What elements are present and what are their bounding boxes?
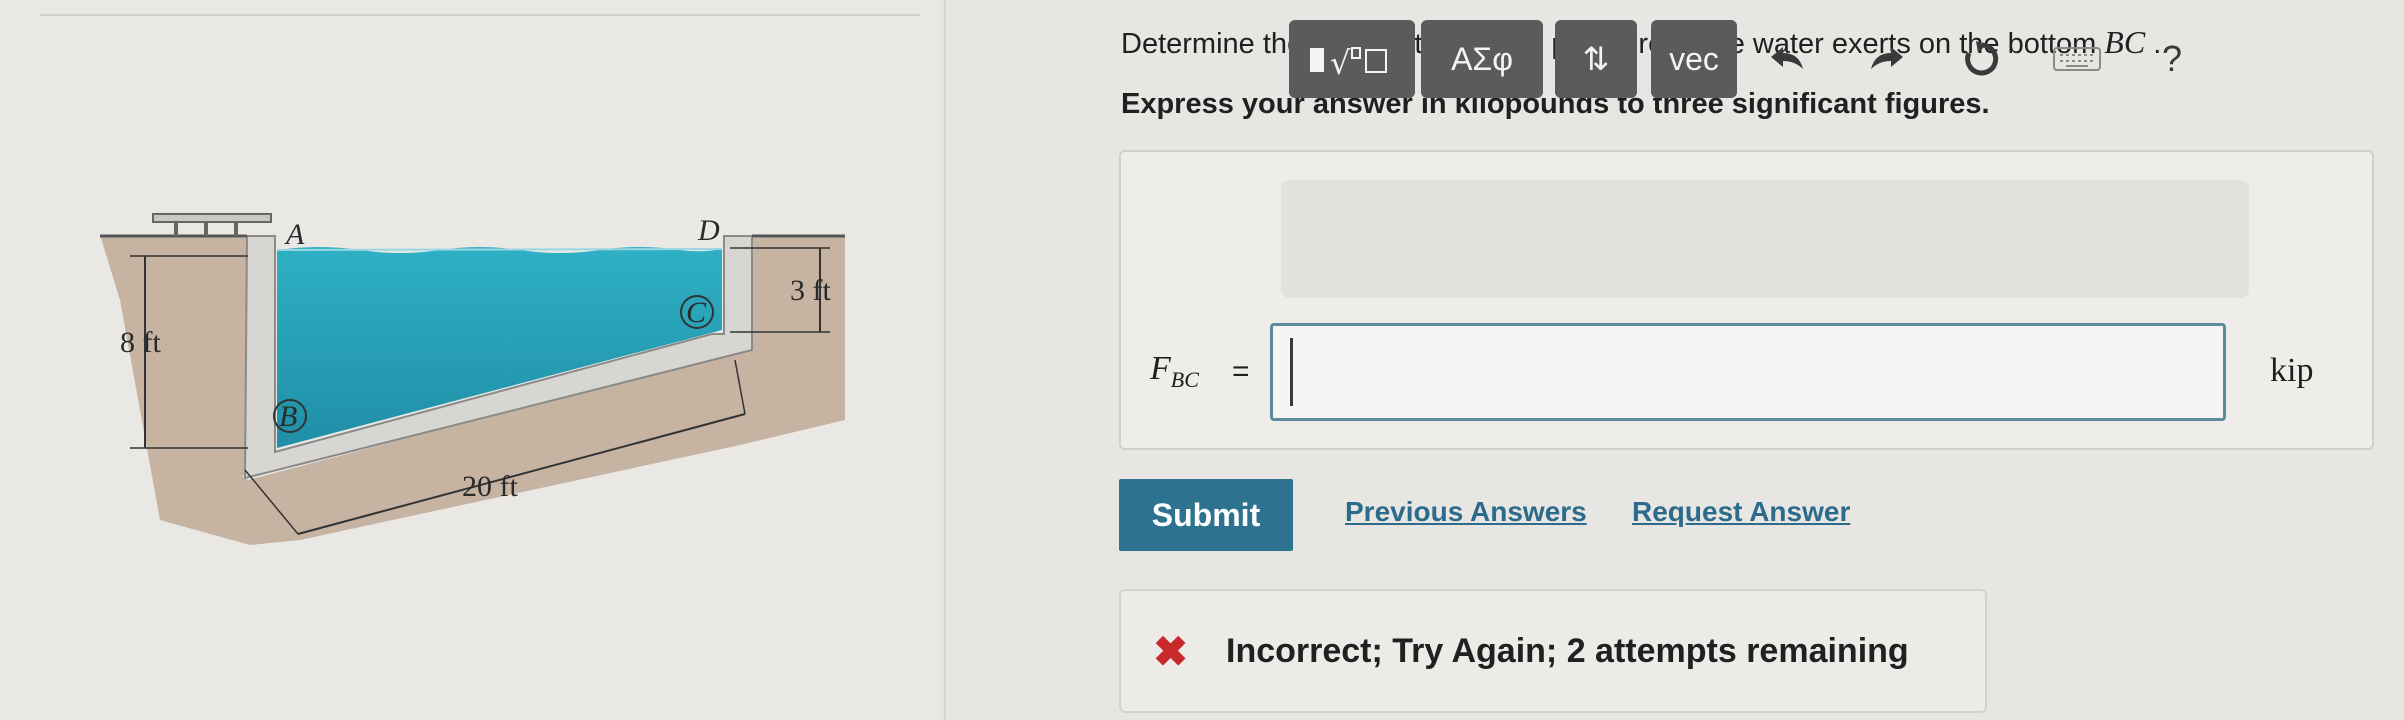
panel-divider bbox=[944, 0, 946, 720]
unit-label: kip bbox=[2270, 352, 2314, 389]
redo-button[interactable] bbox=[1857, 20, 1917, 98]
math-toolbar bbox=[1281, 180, 2249, 298]
label-c: C bbox=[686, 296, 707, 329]
reset-icon bbox=[1965, 41, 1999, 76]
request-answer-link[interactable]: Request Answer bbox=[1632, 496, 1850, 528]
vec-button[interactable]: vec bbox=[1651, 20, 1737, 98]
question-math: BC bbox=[2104, 24, 2146, 60]
previous-answers-link[interactable]: Previous Answers bbox=[1345, 496, 1587, 528]
label-b: B bbox=[279, 400, 297, 433]
submit-button[interactable]: Submit bbox=[1119, 479, 1293, 551]
arrows-button[interactable]: ⇅ bbox=[1555, 20, 1637, 98]
variable-letter: F bbox=[1150, 350, 1171, 387]
svg-text:√: √ bbox=[1330, 44, 1351, 82]
platform bbox=[152, 213, 272, 223]
keyboard-icon bbox=[2053, 47, 2101, 71]
redo-icon bbox=[1871, 47, 1903, 69]
label-a: A bbox=[284, 218, 305, 251]
label-8ft: 8 ft bbox=[120, 326, 161, 359]
undo-button[interactable] bbox=[1757, 20, 1817, 98]
templates-button[interactable]: √ bbox=[1289, 20, 1415, 98]
label-3ft: 3 ft bbox=[790, 274, 831, 307]
x-icon: ✖ bbox=[1153, 628, 1189, 675]
label-20ft: 20 ft bbox=[462, 470, 518, 503]
answer-input[interactable] bbox=[1270, 323, 2226, 421]
undo-icon bbox=[1771, 47, 1803, 69]
variable-subscript: BC bbox=[1170, 366, 1199, 392]
feedback-message: Incorrect; Try Again; 2 attempts remaini… bbox=[1226, 632, 1909, 670]
answer-variable: FBC bbox=[1150, 350, 1199, 393]
label-d: D bbox=[697, 214, 720, 247]
templates-icon: √ bbox=[1310, 44, 1387, 82]
reset-button[interactable] bbox=[1952, 20, 2012, 98]
text-caret bbox=[1290, 338, 1293, 406]
keyboard-button[interactable] bbox=[2047, 20, 2107, 98]
greek-button[interactable]: ΑΣφ bbox=[1421, 20, 1543, 98]
water-surface bbox=[276, 248, 723, 251]
equals-sign: = bbox=[1232, 355, 1250, 388]
tank-diagram: 8 ft 3 ft 20 ft A D C B bbox=[100, 213, 845, 545]
help-button[interactable]: ? bbox=[2142, 20, 2202, 98]
